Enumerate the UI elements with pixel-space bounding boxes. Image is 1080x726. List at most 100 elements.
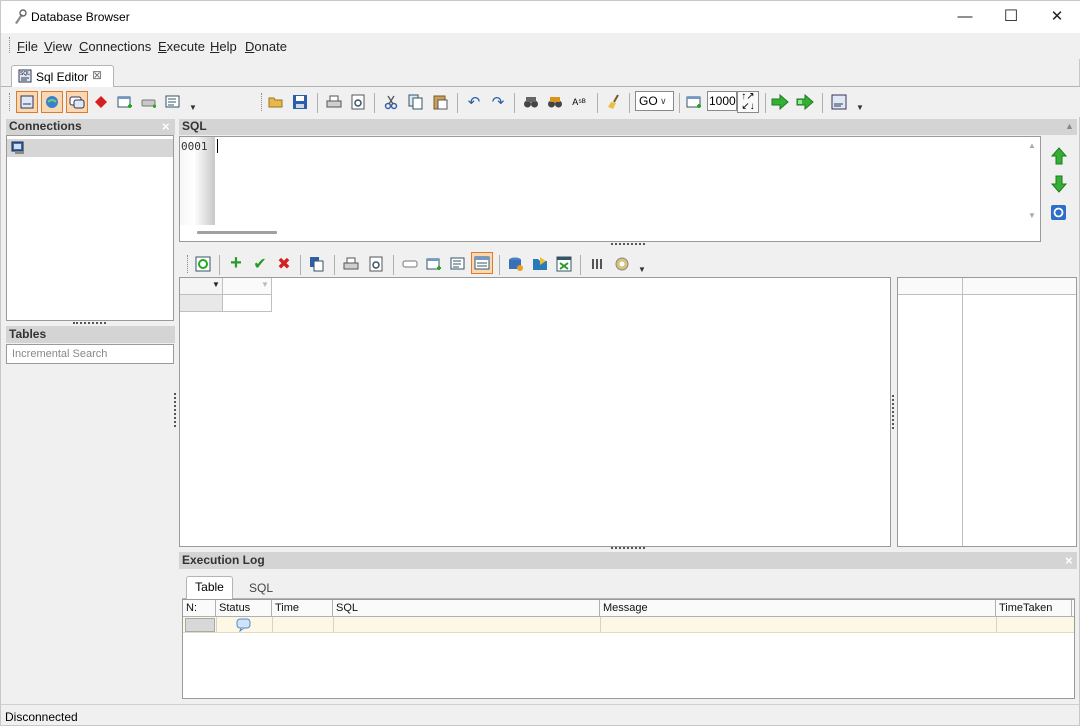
connections-tree[interactable] bbox=[6, 135, 174, 321]
print-preview-button[interactable] bbox=[349, 93, 367, 111]
tab-log-sql[interactable]: SQL bbox=[249, 581, 273, 595]
new-editor-button[interactable] bbox=[16, 91, 38, 113]
log-col-sql[interactable]: SQL bbox=[333, 600, 600, 617]
execution-log-close-icon[interactable]: × bbox=[1065, 552, 1073, 569]
execute-all-button[interactable] bbox=[796, 93, 814, 111]
clear-button[interactable] bbox=[605, 93, 623, 111]
export-button[interactable] bbox=[507, 255, 525, 273]
chat-button[interactable] bbox=[66, 91, 88, 113]
message-bubble-icon bbox=[236, 618, 251, 632]
detail-grid[interactable] bbox=[897, 277, 1077, 547]
connections-resize-grip[interactable] bbox=[73, 322, 106, 325]
find-button[interactable] bbox=[522, 93, 540, 111]
menu-execute[interactable]: Execute bbox=[158, 39, 205, 54]
tab-close-icon[interactable]: ⊠ bbox=[92, 68, 102, 82]
results-grid[interactable]: ▼ ▼ bbox=[179, 277, 891, 547]
sql-editor[interactable]: 0001 ▲ ▼ bbox=[179, 136, 1041, 242]
incremental-search-input[interactable]: Incremental Search bbox=[6, 344, 174, 364]
rows-stepper[interactable]: ↑↗ ↙↓ bbox=[737, 91, 759, 113]
preview-results-button[interactable] bbox=[367, 255, 385, 273]
columns-icon bbox=[592, 259, 602, 269]
move-up-button[interactable] bbox=[1050, 147, 1068, 165]
toolbar-overflow-icon[interactable]: ▼ bbox=[856, 103, 864, 112]
cell-divider bbox=[272, 617, 273, 633]
move-down-button[interactable] bbox=[1050, 175, 1068, 193]
results-splitter-grip[interactable] bbox=[892, 395, 895, 429]
sql-history-button[interactable] bbox=[830, 93, 848, 111]
chevron-down-icon: ▼ bbox=[212, 280, 220, 289]
scroll-up-icon[interactable]: ▲ bbox=[1028, 141, 1036, 150]
menu-help[interactable]: Help bbox=[210, 39, 237, 54]
minimize-button[interactable]: — bbox=[942, 1, 988, 33]
execution-log-table[interactable]: N: Status Time SQL Message TimeTaken bbox=[182, 599, 1075, 699]
left-splitter-grip[interactable] bbox=[174, 393, 177, 427]
grid-cell[interactable] bbox=[223, 295, 272, 312]
print-results-button[interactable] bbox=[342, 255, 360, 273]
menu-donate[interactable]: Donate bbox=[245, 39, 287, 54]
excel-export-button[interactable] bbox=[555, 255, 573, 273]
redo-button[interactable]: ↷ bbox=[489, 93, 507, 111]
results-overflow-icon[interactable]: ▼ bbox=[638, 265, 646, 274]
connect-button[interactable] bbox=[41, 91, 63, 113]
scroll-down-icon[interactable]: ▼ bbox=[1028, 211, 1036, 220]
toolbar-overflow-icon[interactable]: ▼ bbox=[189, 103, 197, 112]
globe-db-icon bbox=[46, 96, 58, 108]
folder-blue-icon bbox=[533, 257, 547, 270]
menu-view[interactable]: View bbox=[44, 39, 72, 54]
format-case-button[interactable]: A⁵ᴮ bbox=[570, 93, 588, 111]
open-button[interactable] bbox=[267, 93, 285, 111]
log-col-status[interactable]: Status bbox=[216, 600, 272, 617]
log-col-time[interactable]: Time bbox=[272, 600, 333, 617]
commit-button[interactable]: ✔ bbox=[251, 255, 269, 273]
form-button[interactable] bbox=[164, 93, 182, 111]
new-window-results-button[interactable] bbox=[425, 255, 443, 273]
maximize-button[interactable]: ☐ bbox=[988, 1, 1034, 33]
log-col-timetaken[interactable]: TimeTaken bbox=[996, 600, 1072, 617]
table-row[interactable] bbox=[183, 617, 1074, 633]
paste-button[interactable] bbox=[431, 93, 449, 111]
find-replace-button[interactable] bbox=[546, 93, 564, 111]
refresh-results-button[interactable] bbox=[194, 255, 212, 273]
single-row-button[interactable] bbox=[401, 255, 419, 273]
copy-button[interactable] bbox=[407, 93, 425, 111]
print-button[interactable] bbox=[325, 93, 343, 111]
add-row-button[interactable]: + bbox=[227, 252, 245, 274]
execute-button[interactable] bbox=[771, 93, 789, 111]
limit-rows-button[interactable] bbox=[685, 93, 703, 111]
tab-log-table[interactable]: Table bbox=[186, 576, 233, 599]
form-view-button[interactable] bbox=[449, 255, 467, 273]
grid-column-header[interactable]: ▼ bbox=[223, 278, 272, 295]
abc-case-icon: A⁵ᴮ bbox=[572, 97, 586, 107]
import-button[interactable] bbox=[531, 255, 549, 273]
log-col-number[interactable]: N: bbox=[183, 600, 216, 617]
close-button[interactable]: ✕ bbox=[1034, 1, 1080, 33]
go-dropdown[interactable]: GO ∨ bbox=[635, 91, 674, 111]
undo-button[interactable]: ↶ bbox=[465, 93, 483, 111]
copy-results-button[interactable] bbox=[308, 255, 326, 273]
sql-splitter-grip[interactable] bbox=[611, 243, 645, 246]
settings-button[interactable] bbox=[613, 255, 631, 273]
log-col-message[interactable]: Message bbox=[600, 600, 996, 617]
tab-sql-editor[interactable]: SQL Sql Editor ⊠ bbox=[11, 65, 114, 88]
cut-button[interactable] bbox=[382, 93, 400, 111]
disconnect-button[interactable] bbox=[92, 93, 110, 111]
new-window-button[interactable] bbox=[116, 93, 134, 111]
columns-button[interactable] bbox=[588, 255, 606, 273]
log-splitter-grip[interactable] bbox=[611, 547, 645, 550]
max-rows-input[interactable]: 1000 bbox=[707, 91, 737, 111]
horizontal-scrollbar-thumb[interactable] bbox=[197, 231, 277, 234]
sql-header: SQL ▲ bbox=[179, 119, 1077, 135]
toolbar-separator bbox=[514, 93, 515, 113]
connections-root-row[interactable] bbox=[7, 139, 173, 157]
connections-close-icon[interactable]: × bbox=[162, 119, 170, 134]
collapse-icon[interactable]: ▲ bbox=[1065, 119, 1074, 134]
menu-file[interactable]: File bbox=[17, 39, 38, 54]
server-button[interactable] bbox=[140, 93, 158, 111]
delete-row-button[interactable]: ✖ bbox=[275, 255, 293, 273]
refresh-button[interactable] bbox=[1050, 204, 1067, 221]
grid-row-header[interactable] bbox=[180, 295, 223, 312]
grid-corner-header[interactable]: ▼ bbox=[180, 278, 223, 295]
save-button[interactable] bbox=[291, 93, 309, 111]
grid-view-button[interactable] bbox=[471, 252, 493, 274]
menu-connections[interactable]: Connections bbox=[79, 39, 151, 54]
